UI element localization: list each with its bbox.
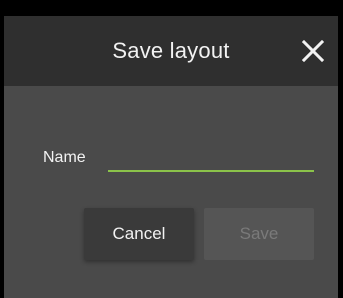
dialog-titlebar: Save layout [4, 16, 338, 86]
window-frame: Save layout Name Cancel Save [0, 0, 343, 298]
name-label: Name [43, 149, 86, 166]
close-button[interactable] [302, 40, 324, 62]
save-layout-dialog: Save layout Name Cancel Save [4, 16, 338, 298]
cancel-button[interactable]: Cancel [84, 208, 194, 260]
save-button[interactable]: Save [204, 208, 314, 260]
dialog-title: Save layout [112, 38, 230, 63]
name-input[interactable] [108, 146, 314, 172]
close-icon [302, 40, 324, 62]
